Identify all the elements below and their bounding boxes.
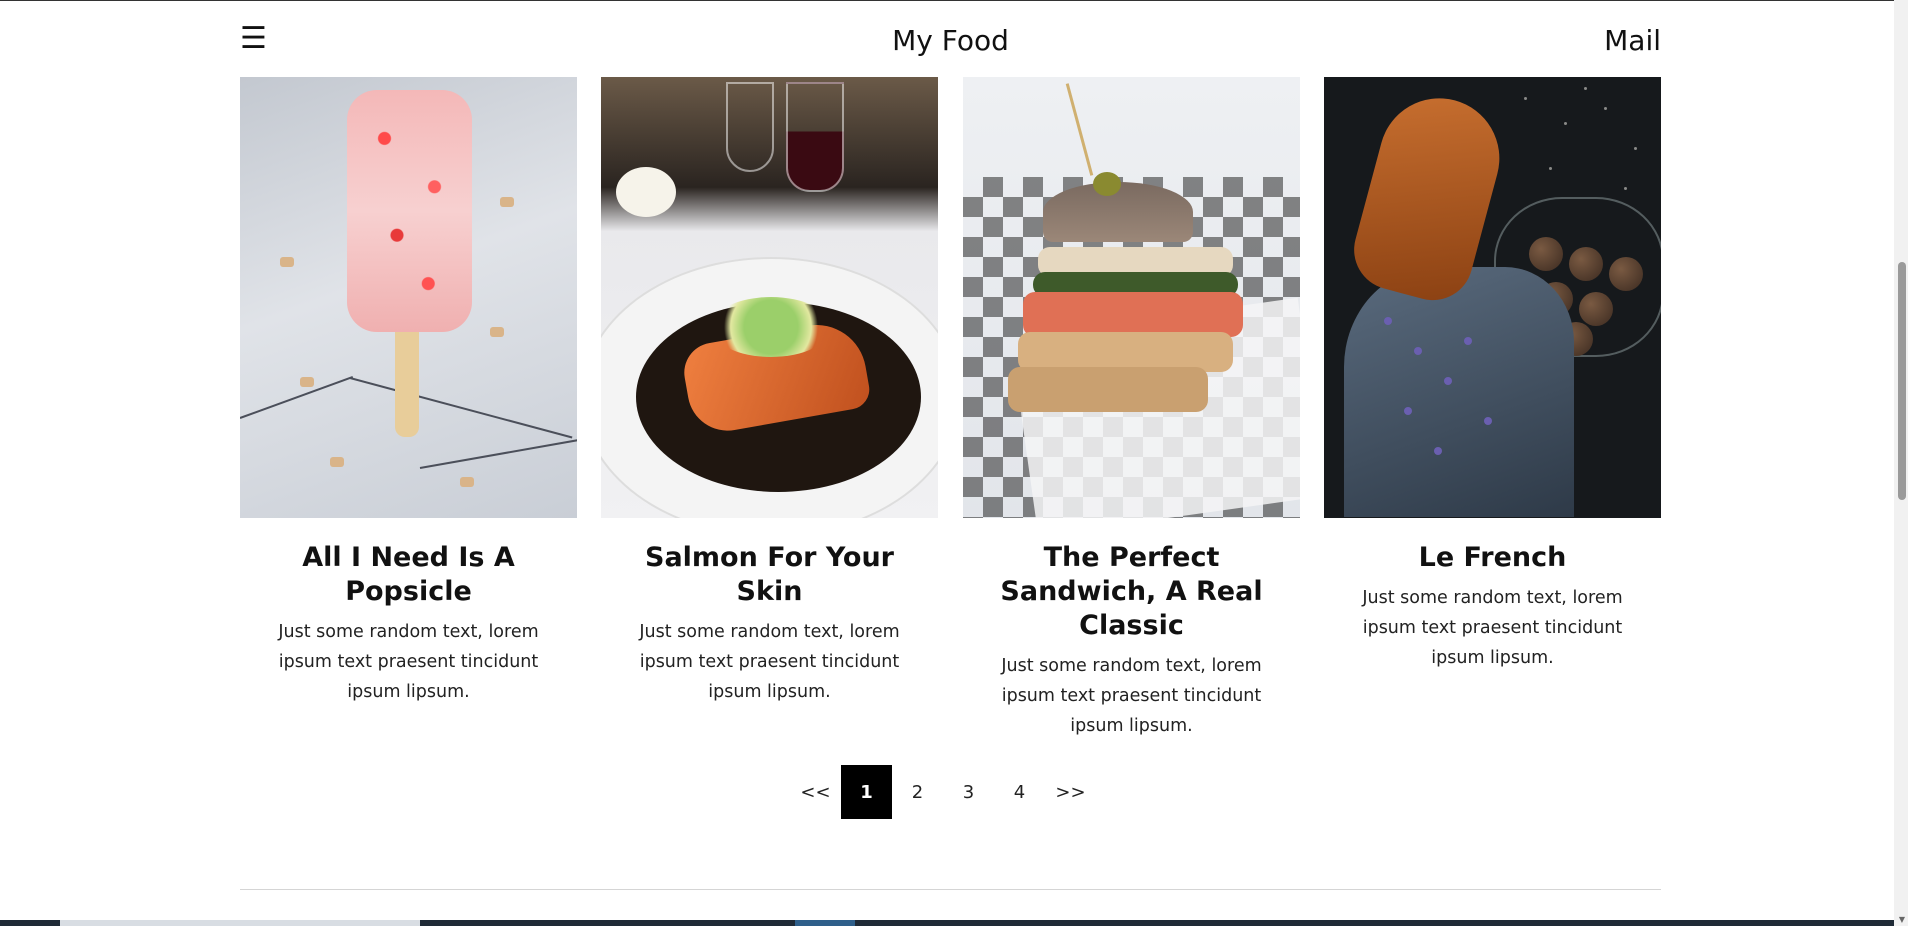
page-1-button[interactable]: 1: [841, 765, 892, 819]
garnish: [711, 297, 831, 357]
page-2-button[interactable]: 2: [892, 765, 943, 819]
crumb: [500, 197, 514, 207]
site-header: ☰ My Food Mail: [240, 22, 1661, 62]
scroll-down-arrow-icon[interactable]: ▼: [1899, 915, 1905, 924]
seed: [1524, 97, 1527, 100]
card-description: Just some random text, lorem ipsum text …: [639, 622, 900, 702]
card-title: Salmon For Your Skin: [645, 542, 894, 607]
sandwich-image[interactable]: [963, 77, 1300, 518]
lavender: [1404, 407, 1412, 415]
salmon-image[interactable]: [601, 77, 938, 518]
lavender: [1464, 337, 1472, 345]
seed: [1549, 167, 1552, 170]
seed: [1584, 87, 1587, 90]
wine-glass: [786, 82, 844, 192]
marble-vein: [240, 376, 354, 419]
marble-vein: [349, 377, 573, 439]
sandwich-layer: [1018, 332, 1233, 372]
popsicle-bar: [347, 90, 472, 332]
pagination: << 1 2 3 4 >>: [790, 765, 1096, 819]
toothpick: [1065, 83, 1094, 176]
napkin: [1344, 267, 1574, 517]
truffle: [1529, 237, 1563, 271]
card-title: All I Need Is A Popsicle: [302, 542, 515, 607]
truffle: [1609, 257, 1643, 291]
page-4-button[interactable]: 4: [994, 765, 1045, 819]
food-grid: All I Need Is A Popsicle Just some rando…: [240, 77, 1661, 736]
card-title: Le French: [1418, 542, 1567, 573]
flower: [616, 167, 676, 217]
scrollbar[interactable]: ▼: [1894, 0, 1908, 926]
lavender: [1414, 347, 1422, 355]
lavender: [1484, 417, 1492, 425]
marble-vein: [419, 439, 577, 469]
food-card-croissant: Le French Just some random text, lorem i…: [1324, 77, 1661, 673]
next-page-button[interactable]: >>: [1045, 765, 1096, 819]
page-3-button[interactable]: 3: [943, 765, 994, 819]
lavender: [1384, 317, 1392, 325]
prev-page-button[interactable]: <<: [790, 765, 841, 819]
taskbar: [0, 920, 1894, 926]
truffle: [1579, 292, 1613, 326]
water-glass: [726, 82, 774, 172]
popsicle-stick: [395, 317, 419, 437]
scrollbar-thumb[interactable]: [1898, 262, 1906, 500]
mail-link[interactable]: Mail: [1604, 24, 1661, 58]
olive: [1093, 172, 1121, 196]
crumb: [490, 327, 504, 337]
seed: [1624, 187, 1627, 190]
card-description: Just some random text, lorem ipsum text …: [1362, 588, 1623, 668]
food-card-sandwich: The Perfect Sandwich, A Real Classic Jus…: [963, 77, 1300, 741]
footer-divider: [240, 889, 1661, 890]
card-title: The Perfect Sandwich, A Real Classic: [1000, 542, 1263, 641]
taskbar-item[interactable]: [795, 920, 855, 926]
taskbar-item[interactable]: [60, 920, 420, 926]
truffle: [1569, 247, 1603, 281]
crumb: [280, 257, 294, 267]
seed: [1604, 107, 1607, 110]
sandwich-layer: [1008, 367, 1208, 412]
crumb: [460, 477, 474, 487]
croissant-image[interactable]: [1324, 77, 1661, 518]
crumb: [300, 377, 314, 387]
card-description: Just some random text, lorem ipsum text …: [1001, 656, 1262, 736]
lavender: [1434, 447, 1442, 455]
card-description: Just some random text, lorem ipsum text …: [278, 622, 539, 702]
seed: [1634, 147, 1637, 150]
seed: [1564, 122, 1567, 125]
food-card-salmon: Salmon For Your Skin Just some random te…: [601, 77, 938, 707]
site-title: My Food: [892, 24, 1009, 57]
food-card-popsicle: All I Need Is A Popsicle Just some rando…: [240, 77, 577, 707]
lavender: [1444, 377, 1452, 385]
sandwich-layer: [1023, 292, 1243, 337]
crumb: [330, 457, 344, 467]
popsicle-image[interactable]: [240, 77, 577, 518]
top-border: [0, 0, 1908, 1]
